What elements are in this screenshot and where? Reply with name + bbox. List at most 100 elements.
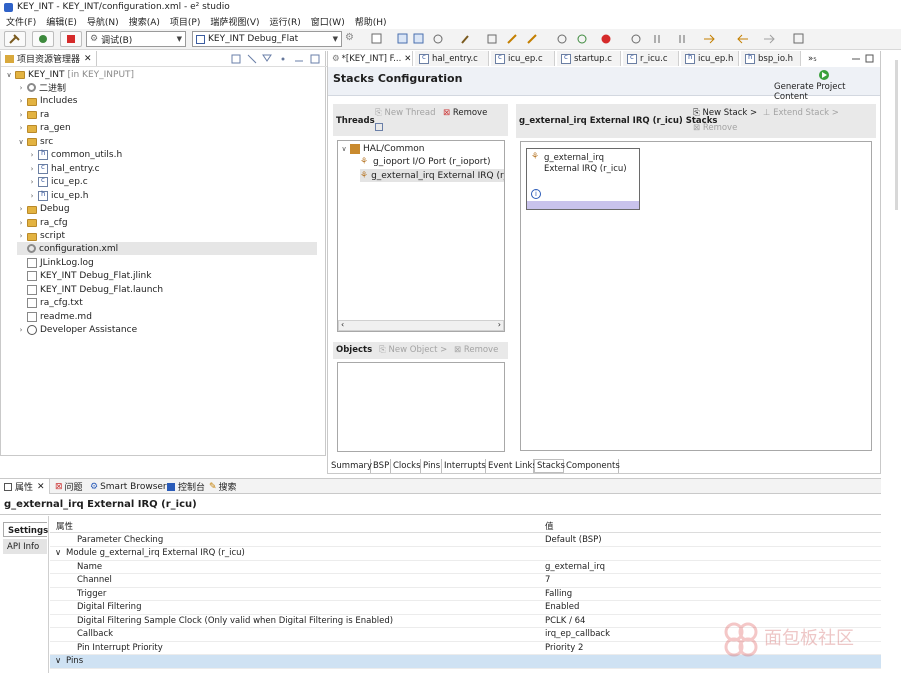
tab-stacks[interactable]: Stacks <box>534 459 565 473</box>
chevron-down-icon[interactable]: ∨ <box>55 548 61 558</box>
close-icon[interactable]: ✕ <box>37 482 45 492</box>
tree-item-ra-gen[interactable]: › ra_gen <box>17 122 71 135</box>
menu-project[interactable]: 项目(P) <box>170 15 200 28</box>
chevron-right-icon[interactable]: › <box>17 97 25 105</box>
chevron-right-icon[interactable]: › <box>17 84 25 92</box>
side-tab-settings[interactable]: Settings <box>3 522 48 537</box>
tree-item-icu-ep-c[interactable]: › icu_ep.c <box>28 176 88 189</box>
prop-row-module[interactable]: ∨ Module g_external_irq External IRQ (r_i… <box>50 547 881 561</box>
tree-item-debug[interactable]: › Debug <box>17 203 70 216</box>
menu-navigate[interactable]: 导航(N) <box>87 15 119 28</box>
chevron-right-icon[interactable]: › <box>28 151 36 159</box>
remove-object-button[interactable]: ⊠ Remove <box>454 345 498 355</box>
tree-item-readme[interactable]: readme.md <box>17 310 92 323</box>
tree-item-configuration-xml[interactable]: configuration.xml <box>17 242 317 255</box>
menu-help[interactable]: 帮助(H) <box>355 15 387 28</box>
chevron-right-icon[interactable]: › <box>17 232 25 240</box>
scroll-left-icon[interactable]: ‹ <box>341 320 344 329</box>
prop-row-digital-filtering[interactable]: Digital Filtering Enabled <box>50 601 881 615</box>
tab-bsp[interactable]: BSP <box>371 459 391 473</box>
prop-row-name[interactable]: Name g_external_irq <box>50 561 881 574</box>
generate-project-content-button[interactable]: Generate Project Content <box>774 82 880 102</box>
menu-renesas-views[interactable]: 瑞萨视图(V) <box>210 15 259 28</box>
chevron-right-icon[interactable]: › <box>17 124 25 132</box>
scroll-right-icon[interactable]: › <box>498 320 501 329</box>
extend-stack-button[interactable]: ⊥ Extend Stack > <box>763 108 839 118</box>
hammer-build-button[interactable] <box>4 31 26 47</box>
menu-search[interactable]: 搜索(A) <box>129 15 160 28</box>
chevron-right-icon[interactable]: › <box>17 205 25 213</box>
tree-item-ra-cfg-txt[interactable]: ra_cfg.txt <box>17 297 83 310</box>
thread-hal-common[interactable]: ∨ HAL/Common <box>340 142 425 155</box>
prop-value[interactable]: irq_ep_callback <box>545 629 610 639</box>
new-object-button[interactable]: ⎘ New Object > <box>379 345 447 355</box>
tab-summary[interactable]: Summary <box>329 459 372 473</box>
tree-item-hal-entry-c[interactable]: › hal_entry.c <box>28 162 100 175</box>
prop-value[interactable]: Priority 2 <box>545 643 583 653</box>
prop-row-channel[interactable]: Channel 7 <box>50 574 881 588</box>
tab-icu-ep-c[interactable]: icu_ep.c <box>491 51 555 66</box>
chevron-down-icon[interactable]: ∨ <box>55 656 61 666</box>
tree-project-root[interactable]: ∨ KEY_INT [in KEY_INPUT] <box>5 68 134 81</box>
tree-item-binaries[interactable]: › 二进制 <box>17 81 66 94</box>
tab-configuration[interactable]: ⚙ *[KEY_INT] F... ✕ <box>327 51 413 66</box>
tab-search[interactable]: ✎ 搜索 <box>205 479 241 494</box>
close-icon[interactable]: ✕ <box>84 54 92 64</box>
stop-button[interactable] <box>60 31 82 47</box>
tab-r-icu-c[interactable]: r_icu.c <box>623 51 679 66</box>
prop-value[interactable]: Falling <box>545 589 572 599</box>
menu-run[interactable]: 运行(R) <box>270 15 301 28</box>
tree-item-launch[interactable]: KEY_INT Debug_Flat.launch <box>17 283 163 296</box>
prop-value[interactable]: Default (BSP) <box>545 535 602 545</box>
right-edge-scrollbar[interactable] <box>895 60 898 210</box>
menu-edit[interactable]: 编辑(E) <box>46 15 77 28</box>
debug-button[interactable] <box>32 31 54 47</box>
tab-overflow[interactable]: »₅ <box>804 51 832 66</box>
tree-item-includes[interactable]: › Includes <box>17 95 78 108</box>
tab-pins[interactable]: Pins <box>421 459 442 473</box>
tree-item-icu-ep-h[interactable]: › icu_ep.h <box>28 189 88 202</box>
chevron-right-icon[interactable]: › <box>28 192 36 200</box>
collapse-icon[interactable] <box>375 123 383 131</box>
tab-startup-c[interactable]: startup.c <box>557 51 621 66</box>
new-thread-button[interactable]: ⎘ New Thread <box>375 108 435 118</box>
tab-bsp-io-h[interactable]: bsp_io.h <box>741 51 801 66</box>
prop-value[interactable]: g_external_irq <box>545 562 605 572</box>
tab-components[interactable]: Components <box>564 459 620 473</box>
tab-smart-browser[interactable]: ⚙ Smart Browser <box>86 479 171 494</box>
tab-properties[interactable]: 属性 ✕ <box>0 479 50 494</box>
info-icon[interactable]: i <box>531 189 541 199</box>
chevron-down-icon[interactable]: ∨ <box>340 145 348 153</box>
launch-settings-gear-icon[interactable]: ⚙ <box>345 32 356 43</box>
threads-hscrollbar[interactable]: ‹ › <box>338 320 504 331</box>
launch-config-combo[interactable]: KEY_INT Debug_Flat ▼ <box>192 31 342 47</box>
generate-icon[interactable] <box>818 69 830 81</box>
tree-item-script[interactable]: › script <box>17 230 66 243</box>
tree-item-ra-cfg[interactable]: › ra_cfg <box>17 216 68 229</box>
launch-mode-combo[interactable]: ⚙ 调试(B) ▼ <box>86 31 186 47</box>
new-stack-button[interactable]: ⎘ New Stack > <box>693 108 757 118</box>
side-tab-api-info[interactable]: API Info <box>3 539 47 554</box>
prop-row-parameter-checking[interactable]: Parameter Checking Default (BSP) <box>50 534 881 547</box>
menu-file[interactable]: 文件(F) <box>6 15 36 28</box>
tree-item-jlink[interactable]: KEY_INT Debug_Flat.jlink <box>17 270 151 283</box>
project-explorer-tab[interactable]: 项目资源管理器 ✕ <box>1 51 97 66</box>
prop-value[interactable]: Enabled <box>545 602 579 612</box>
prop-value[interactable]: 7 <box>545 575 550 585</box>
prop-value[interactable]: PCLK / 64 <box>545 616 585 626</box>
prop-row-trigger[interactable]: Trigger Falling <box>50 588 881 601</box>
tab-problems[interactable]: ⊠ 问题 <box>51 479 87 494</box>
tab-icu-ep-h[interactable]: icu_ep.h <box>681 51 739 66</box>
menu-window[interactable]: 窗口(W) <box>311 15 345 28</box>
tab-interrupts[interactable]: Interrupts <box>442 459 486 473</box>
remove-stack-button[interactable]: ⊠ Remove <box>693 123 737 133</box>
chevron-right-icon[interactable]: › <box>17 326 25 334</box>
chevron-down-icon[interactable]: ∨ <box>5 71 13 79</box>
tree-item-developer-assistance[interactable]: › Developer Assistance <box>17 324 137 337</box>
tab-clocks[interactable]: Clocks <box>391 459 421 473</box>
tree-item-jlinklog[interactable]: JLinkLog.log <box>17 256 94 269</box>
tree-item-common-utils-h[interactable]: › common_utils.h <box>28 149 122 162</box>
close-icon[interactable]: ✕ <box>404 54 411 64</box>
tree-item-src[interactable]: ∨ src <box>17 135 53 148</box>
chevron-right-icon[interactable]: › <box>17 111 25 119</box>
